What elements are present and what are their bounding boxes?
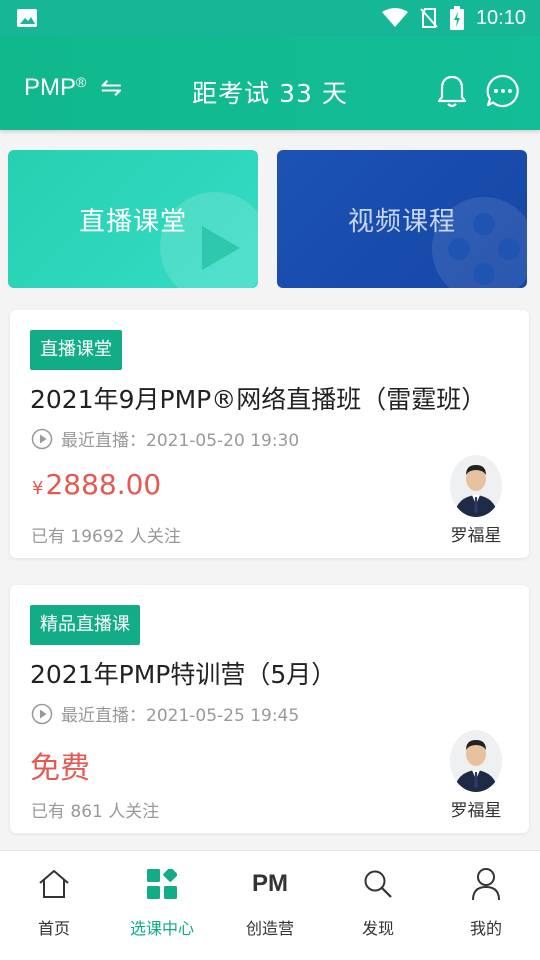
course-schedule: 最近直播：2021-05-20 19:30	[31, 426, 299, 451]
nav-discover[interactable]: 发现	[324, 851, 432, 960]
live-class-tile[interactable]: 直播课堂	[8, 150, 258, 288]
course-schedule: 最近直播：2021-05-25 19:45	[31, 701, 299, 726]
gallery-icon	[17, 9, 37, 27]
follower-count: 已有 861 人关注	[31, 802, 160, 822]
pm-icon: PM	[252, 870, 288, 897]
live-class-label: 直播课堂	[78, 206, 187, 237]
nav-home-label: 首页	[37, 919, 70, 938]
teacher-name: 罗福星	[450, 801, 502, 821]
wifi-icon	[381, 8, 408, 27]
nav-profile[interactable]: 我的	[432, 851, 540, 960]
teacher-name: 罗福星	[450, 526, 502, 546]
nav-home[interactable]: 首页	[0, 851, 108, 960]
bell-icon[interactable]	[437, 74, 467, 108]
battery-charging-icon	[449, 6, 464, 30]
nav-discover-label: 发现	[361, 919, 394, 938]
nav-profile-label: 我的	[469, 919, 502, 938]
course-price: ¥2888.00	[32, 468, 161, 501]
course-card[interactable]: 直播课堂 2021年9月PMP®网络直播班（雷霆班） 最近直播：2021-05-…	[10, 310, 529, 558]
course-card[interactable]: 精品直播课 2021年PMP特训营（5月） 最近直播：2021-05-25 19…	[10, 585, 529, 833]
app-header: PMP ® ⇋ 距考试 33 天	[0, 36, 540, 130]
message-icon[interactable]	[486, 74, 520, 108]
teacher-avatar	[450, 730, 502, 792]
nav-course-center[interactable]: 选课中心	[108, 851, 216, 960]
video-course-tile[interactable]: 视频课程	[277, 150, 527, 288]
nav-camp-label: 创造营	[245, 919, 294, 938]
course-price: 免费	[30, 751, 90, 786]
grid-icon	[147, 869, 177, 899]
status-time: 10:10	[475, 6, 526, 29]
status-bar: 10:10	[0, 0, 540, 36]
course-tag: 直播课堂	[30, 330, 122, 370]
schedule-text: 最近直播：2021-05-25 19:45	[61, 706, 300, 726]
play-circle-icon	[31, 703, 53, 724]
home-icon	[39, 870, 69, 898]
play-circle-icon	[31, 428, 53, 449]
follower-count: 已有 19692 人关注	[31, 527, 181, 547]
price-value: 2888.00	[45, 468, 162, 501]
course-tag: 精品直播课	[30, 605, 140, 645]
schedule-text: 最近直播：2021-05-20 19:30	[61, 431, 300, 451]
nav-camp[interactable]: PM 创造营	[216, 851, 324, 960]
user-icon	[472, 868, 500, 901]
teacher-avatar	[450, 455, 502, 517]
course-title: 2021年9月PMP®网络直播班（雷霆班）	[30, 385, 487, 414]
video-course-label: 视频课程	[347, 206, 456, 237]
currency-symbol: ¥	[32, 478, 44, 499]
no-sim-icon	[420, 8, 438, 28]
bottom-nav: 首页 选课中心 PM 创造营 发现 我的	[0, 850, 540, 960]
nav-course-center-label: 选课中心	[129, 919, 194, 938]
course-title: 2021年PMP特训营（5月）	[30, 660, 337, 689]
search-icon	[364, 870, 392, 898]
